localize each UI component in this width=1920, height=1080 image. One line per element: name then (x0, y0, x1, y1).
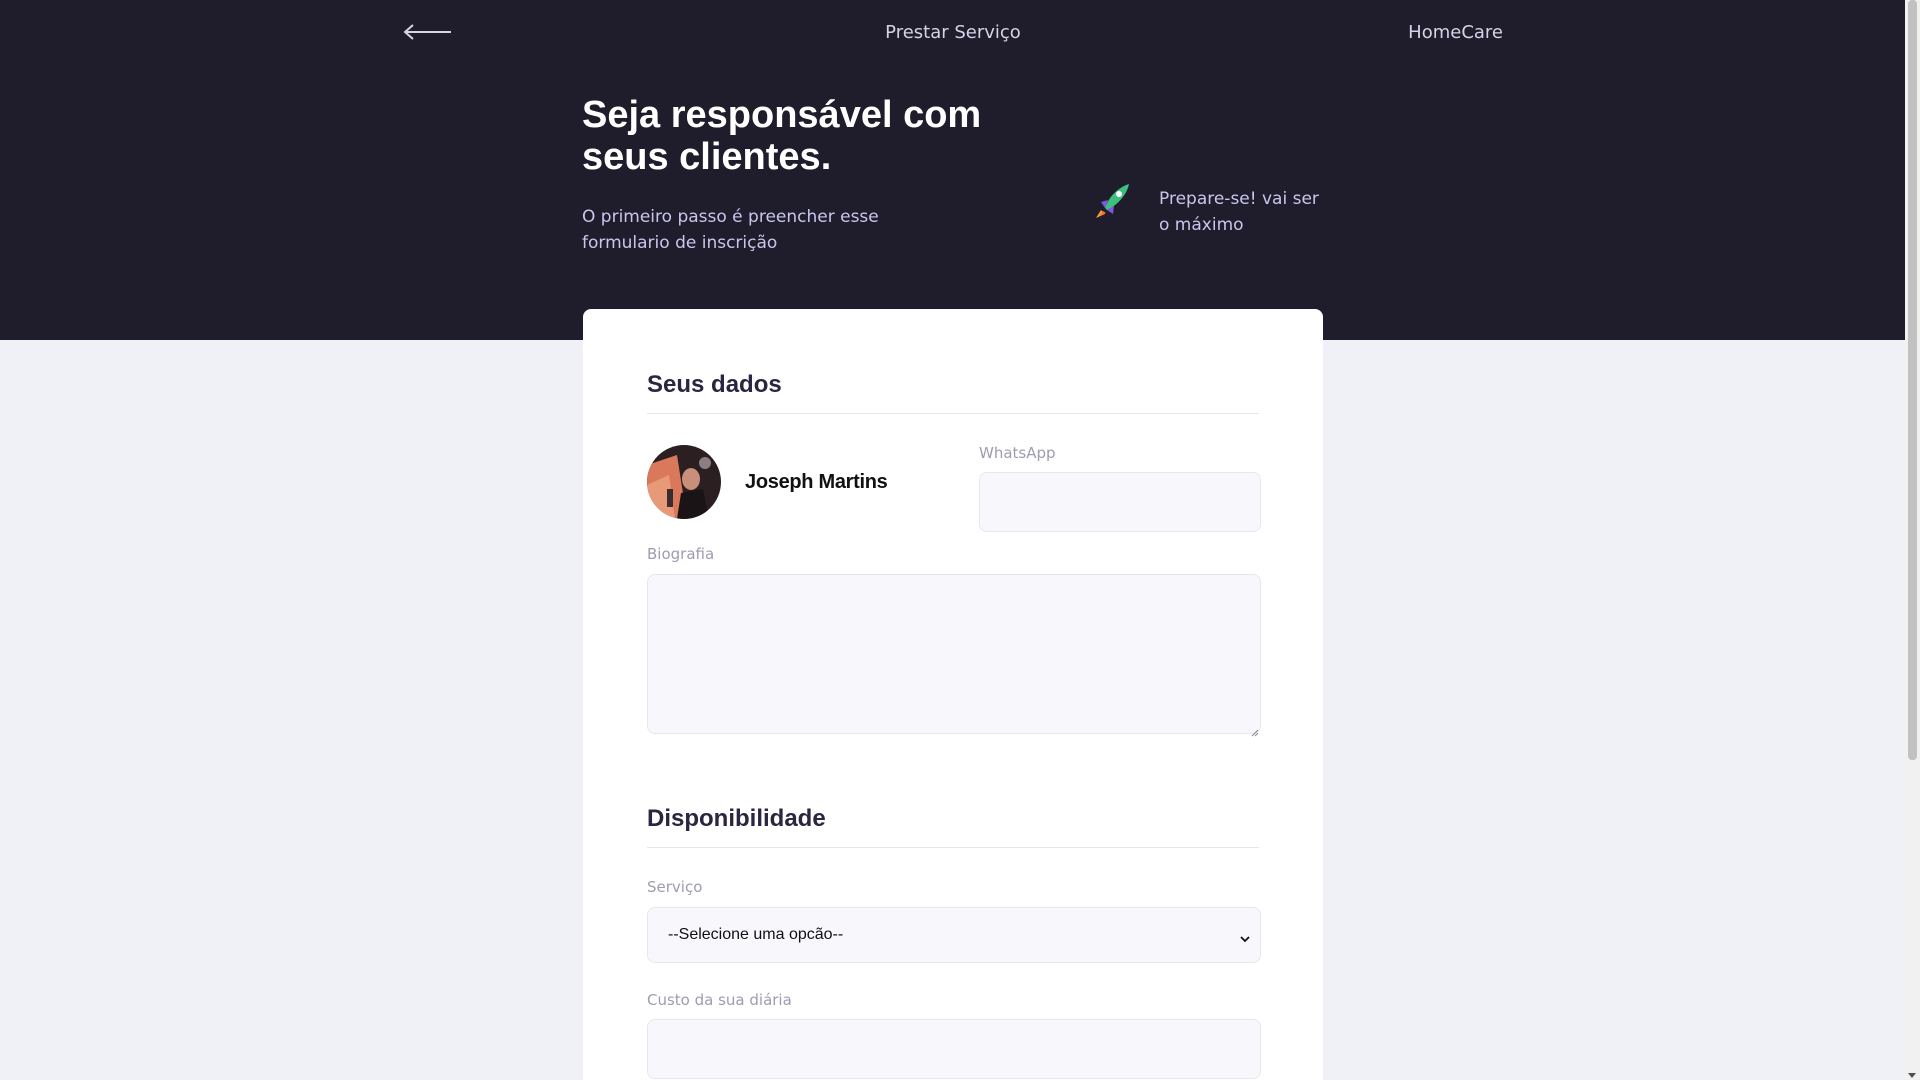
section-title-availability: Disponibilidade (647, 805, 1259, 848)
scrollbar-thumb[interactable] (1908, 0, 1917, 760)
service-select[interactable]: --Selecione uma opcão-- (647, 907, 1261, 963)
hero-headline: Seja responsável com seus clientes. (582, 94, 982, 178)
rocket-icon (1093, 180, 1133, 220)
biography-textarea[interactable] (647, 574, 1261, 734)
service-selected-value: --Selecione uma opcão-- (668, 926, 844, 943)
hero-subtitle: O primeiro passo é preencher esse formul… (582, 207, 879, 253)
page-content: Prestar Serviço HomeCare Seja responsáve… (0, 0, 1905, 1080)
resize-handle-icon[interactable] (1251, 724, 1259, 737)
chevron-down-icon (1240, 930, 1250, 943)
page-title: Prestar Serviço (885, 22, 1021, 43)
form-card: Seus dados Joseph Martins WhatsApp Biogr… (583, 309, 1323, 1080)
daily-cost-input[interactable] (647, 1019, 1261, 1079)
vertical-scrollbar[interactable] (1905, 0, 1920, 1080)
whatsapp-label: WhatsApp (979, 444, 1056, 462)
hero-banner: Prestar Serviço HomeCare Seja responsáve… (0, 0, 1905, 340)
scroll-down-arrow-icon[interactable] (1908, 1073, 1916, 1078)
user-name: Joseph Martins (745, 471, 888, 493)
top-navigation: Prestar Serviço HomeCare (403, 0, 1503, 64)
daily-cost-label: Custo da sua diária (647, 991, 792, 1009)
avatar[interactable] (647, 445, 721, 519)
hero-tagline: Prepare-se! vai ser o máximo (1159, 189, 1319, 235)
brand-name: HomeCare (1408, 22, 1503, 43)
biography-label: Biografia (647, 545, 715, 563)
service-label: Serviço (647, 878, 703, 896)
section-title-personal: Seus dados (647, 371, 1259, 414)
whatsapp-input[interactable] (979, 472, 1261, 532)
